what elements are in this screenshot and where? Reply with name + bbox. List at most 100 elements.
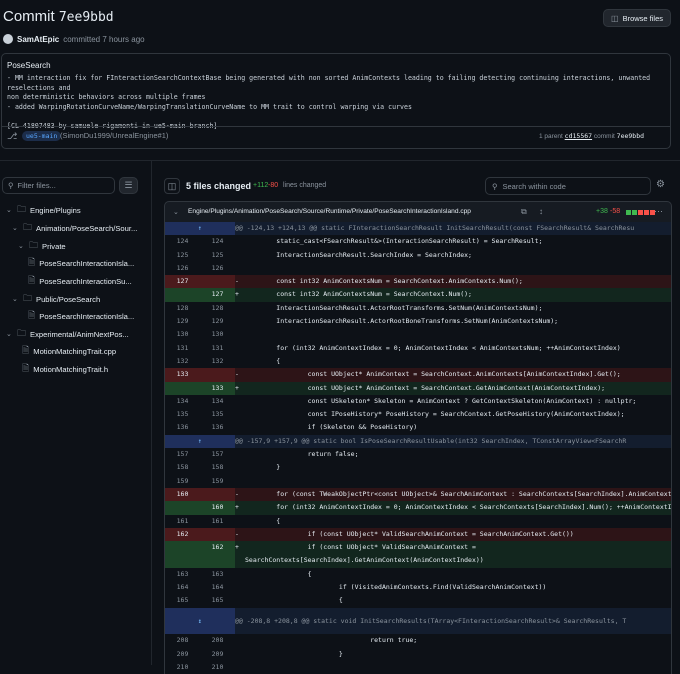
old-line-number[interactable]: 157 <box>165 448 200 461</box>
tree-folder-posesearch[interactable]: ⌄ 🗀 Animation/PoseSearch/Sour... <box>12 220 148 236</box>
tree-file[interactable]: 🗎 PoseSearchInteractionIsla... <box>28 255 148 271</box>
new-line-number[interactable]: 128 <box>200 302 235 315</box>
chevron-down-icon[interactable]: ⌄ <box>173 208 179 216</box>
new-line-number[interactable]: 134 <box>200 395 235 408</box>
new-line-number[interactable]: 209 <box>200 648 235 661</box>
old-line-number[interactable]: 131 <box>165 342 200 355</box>
search-within-code-input[interactable]: ⚲ Search within code <box>485 177 651 195</box>
old-line-number[interactable]: 128 <box>165 302 200 315</box>
new-line-number[interactable]: 126 <box>200 262 235 275</box>
expand-icon[interactable]: ↕ <box>539 207 543 216</box>
old-line-number[interactable]: 126 <box>165 262 200 275</box>
old-line-number[interactable]: 210 <box>165 661 200 674</box>
old-line-number[interactable]: 160 <box>165 487 200 502</box>
parent-info: 1 parent cd15567 commit 7ee9bbd <box>539 132 644 140</box>
new-line-number[interactable]: 130 <box>200 328 235 341</box>
tree-folder-private[interactable]: ⌄ 🗀 Private <box>18 238 66 254</box>
copy-icon[interactable]: ⧉ <box>521 207 527 217</box>
old-line-number[interactable] <box>165 541 200 568</box>
tree-file[interactable]: 🗎 PoseSearchInteractionSu... <box>28 273 148 289</box>
hunk-header-row: ↑ @@ -157,9 +157,9 @@ static bool IsPoseS… <box>165 434 671 449</box>
old-line-number[interactable]: 161 <box>165 515 200 528</box>
old-line-number[interactable]: 158 <box>165 461 200 474</box>
new-line-number[interactable]: 162 <box>200 541 235 568</box>
old-line-number[interactable] <box>165 381 200 395</box>
expand-lines-icon[interactable]: ↕ <box>165 607 235 635</box>
new-line-number[interactable] <box>200 487 235 502</box>
new-line-number[interactable]: 159 <box>200 475 235 488</box>
old-line-number[interactable]: 165 <box>165 594 200 607</box>
parent-sha-link[interactable]: cd15567 <box>565 132 592 140</box>
new-line-number[interactable]: 129 <box>200 315 235 328</box>
tree-folder-engine-plugins[interactable]: ⌄ 🗀 Engine/Plugins <box>6 202 81 218</box>
tree-file[interactable]: 🗎 MotionMatchingTrait.h <box>22 361 108 377</box>
kebab-menu-icon[interactable]: ⋯ <box>654 206 663 217</box>
browse-files-button[interactable]: ◫ Browse files <box>603 9 671 27</box>
files-changed-count: 5 files changed <box>186 181 252 191</box>
diff-line-row: 157 157 return false; <box>165 448 671 461</box>
code-line: InteractionSearchResult.SearchIndex = Se… <box>245 250 472 259</box>
new-line-number[interactable] <box>200 368 235 382</box>
file-path[interactable]: Engine/Plugins/Animation/PoseSearch/Sour… <box>188 208 471 215</box>
old-line-number[interactable]: 133 <box>165 368 200 382</box>
new-line-number[interactable]: 132 <box>200 355 235 368</box>
old-line-number[interactable] <box>165 501 200 515</box>
code-line: static_cast<FSearchResult&>(InteractionS… <box>245 237 543 246</box>
diff-sign: + <box>235 541 245 568</box>
old-line-number[interactable]: 125 <box>165 249 200 262</box>
new-line-number[interactable]: 157 <box>200 448 235 461</box>
filter-options-button[interactable]: ☰ <box>119 177 138 194</box>
tree-file[interactable]: 🗎 MotionMatchingTrait.cpp <box>22 343 116 359</box>
code-line: InteractionSearchResult.ActorRootTransfo… <box>245 303 543 312</box>
old-line-number[interactable]: 127 <box>165 275 200 289</box>
old-line-number[interactable]: 132 <box>165 355 200 368</box>
new-line-number[interactable] <box>200 527 235 542</box>
old-line-number[interactable]: 209 <box>165 648 200 661</box>
tree-label: MotionMatchingTrait.h <box>33 364 109 374</box>
old-line-number[interactable]: 164 <box>165 581 200 594</box>
branch-badge[interactable]: ue5-main <box>22 131 62 141</box>
expand-lines-icon[interactable]: ↑ <box>165 434 235 449</box>
new-line-number[interactable]: 165 <box>200 594 235 607</box>
toggle-file-tree-button[interactable]: ◫ <box>164 178 180 194</box>
new-line-number[interactable]: 133 <box>200 381 235 395</box>
commit-message-body: - MM interaction fix for FInteractionSea… <box>7 74 651 130</box>
filter-files-input[interactable]: ⚲ Filter files... <box>2 177 115 194</box>
gear-icon[interactable]: ⚙ <box>656 179 665 190</box>
new-line-number[interactable]: 136 <box>200 421 235 434</box>
new-line-number[interactable]: 124 <box>200 235 235 248</box>
diff-line-row: 131 131 for (int32 AnimContextIndex = 0; … <box>165 342 671 355</box>
old-line-number[interactable] <box>165 288 200 302</box>
repo-link[interactable]: (SimonDu1999/UnrealEngine#1) <box>60 131 168 140</box>
new-line-number[interactable]: 210 <box>200 661 235 674</box>
new-line-number[interactable]: 158 <box>200 461 235 474</box>
old-line-number[interactable]: 130 <box>165 328 200 341</box>
new-line-number[interactable]: 125 <box>200 249 235 262</box>
code-icon: ◫ <box>611 13 619 23</box>
tree-folder-experimental[interactable]: ⌄ 🗀 Experimental/AnimNextPos... <box>6 326 148 342</box>
diff-sign: + <box>235 288 245 302</box>
avatar[interactable] <box>3 34 13 44</box>
new-line-number[interactable]: 131 <box>200 342 235 355</box>
old-line-number[interactable]: 163 <box>165 568 200 581</box>
old-line-number[interactable]: 208 <box>165 634 200 647</box>
old-line-number[interactable]: 159 <box>165 475 200 488</box>
old-line-number[interactable]: 136 <box>165 421 200 434</box>
new-line-number[interactable]: 161 <box>200 515 235 528</box>
old-line-number[interactable]: 135 <box>165 408 200 421</box>
new-line-number[interactable] <box>200 275 235 289</box>
old-line-number[interactable]: 129 <box>165 315 200 328</box>
new-line-number[interactable]: 208 <box>200 634 235 647</box>
old-line-number[interactable]: 134 <box>165 395 200 408</box>
new-line-number[interactable]: 163 <box>200 568 235 581</box>
tree-folder-public[interactable]: ⌄ 🗀 Public/PoseSearch <box>12 291 100 307</box>
new-line-number[interactable]: 164 <box>200 581 235 594</box>
new-line-number[interactable]: 127 <box>200 288 235 302</box>
old-line-number[interactable]: 162 <box>165 527 200 542</box>
new-line-number[interactable]: 160 <box>200 501 235 515</box>
expand-lines-icon[interactable]: ↑ <box>165 222 235 236</box>
new-line-number[interactable]: 135 <box>200 408 235 421</box>
tree-file[interactable]: 🗎 PoseSearchInteractionIsla... <box>28 308 148 324</box>
old-line-number[interactable]: 124 <box>165 235 200 248</box>
author-link[interactable]: SamAtEpic <box>17 35 59 44</box>
